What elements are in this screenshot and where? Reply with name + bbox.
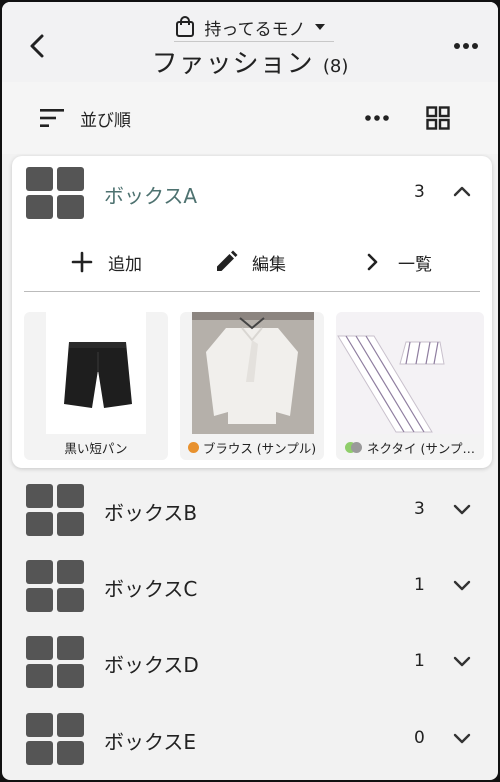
page-title: ファッション (8) [2,43,498,80]
pencil-icon [217,250,238,271]
color-tag-dot [187,441,199,453]
chevron-down-icon[interactable] [452,732,472,746]
selector-underline [174,41,334,42]
toolbar-more-icon[interactable] [364,114,390,122]
box-item-count: 1 [414,651,425,671]
box-row[interactable]: ボックスB 3 [2,476,498,550]
necktie-image [336,312,484,434]
box-grid-icon [26,484,84,536]
box-grid-icon [26,713,84,765]
page-title-count: (8) [322,56,349,77]
sort-icon[interactable] [40,108,66,128]
app-screen: 持ってるモノ ファッション (8) 並び順 ボックスA 3 追加 編集 一覧 黒… [2,2,498,780]
box-name: ボックスB [104,501,198,525]
more-options-icon[interactable] [452,36,480,56]
plus-icon [71,251,93,273]
item-thumbnails: 黒い短パン ブラウス (サンプル) ネクタイ (サンプ… [24,312,484,460]
box-actions: 追加 編集 一覧 [12,242,492,282]
box-row[interactable]: ボックスE 0 [2,705,498,779]
box-item-count: 1 [414,575,425,595]
collection-selector[interactable]: 持ってるモノ [2,14,498,40]
toolbar: 並び順 [2,82,498,154]
color-tag-dot [351,441,362,453]
box-name: ボックスC [104,577,198,601]
edit-label: 編集 [252,254,286,275]
item-name: ネクタイ (サンプ… [367,440,475,456]
box-name: ボックスD [104,653,199,677]
edit-box-button[interactable]: 編集 [214,248,286,276]
chevron-down-icon[interactable] [452,503,472,517]
sort-label[interactable]: 並び順 [80,106,131,131]
item-label: ネクタイ (サンプ… [340,438,480,456]
item-label: ブラウス (サンプル) [184,438,320,456]
item-name: 黒い短パン [64,440,128,456]
color-tag-dots [345,441,363,453]
item-label: 黒い短パン [28,438,164,456]
box-item-count: 3 [414,182,425,202]
box-grid-icon [26,560,84,612]
item-card[interactable]: ネクタイ (サンプ… [336,312,484,460]
divider [24,291,480,292]
blouse-image [192,312,314,434]
chevron-up-icon[interactable] [452,184,472,198]
box-name[interactable]: ボックスA [104,180,197,209]
box-name: ボックスE [104,730,197,754]
add-label: 追加 [108,254,142,275]
item-card[interactable]: ブラウス (サンプル) [180,312,324,460]
page-title-text: ファッション [151,49,314,79]
black-shorts-image [46,312,146,434]
shopping-bag-icon [176,16,195,37]
box-row[interactable]: ボックスC 1 [2,552,498,626]
grid-view-icon[interactable] [426,106,450,130]
list-view-button[interactable]: 一覧 [360,248,432,276]
dropdown-caret-icon [314,24,325,30]
box-row[interactable]: ボックスD 1 [2,628,498,702]
box-item-count: 3 [414,499,425,519]
box-grid-icon [26,636,84,688]
box-item-count: 0 [414,728,425,748]
box-card-expanded: ボックスA 3 追加 編集 一覧 黒い短パン ブラウス (サンプル) ネクタイ … [12,156,492,468]
chevron-right-icon [367,253,378,271]
chevron-down-icon[interactable] [452,579,472,593]
app-header: 持ってるモノ ファッション (8) [2,2,498,82]
box-grid-icon [26,167,84,219]
add-item-button[interactable]: 追加 [70,248,142,276]
list-label: 一覧 [398,254,432,275]
item-name: ブラウス (サンプル) [202,440,317,456]
chevron-down-icon[interactable] [452,655,472,669]
collection-name: 持ってるモノ [204,19,306,40]
item-card[interactable]: 黒い短パン [24,312,168,460]
